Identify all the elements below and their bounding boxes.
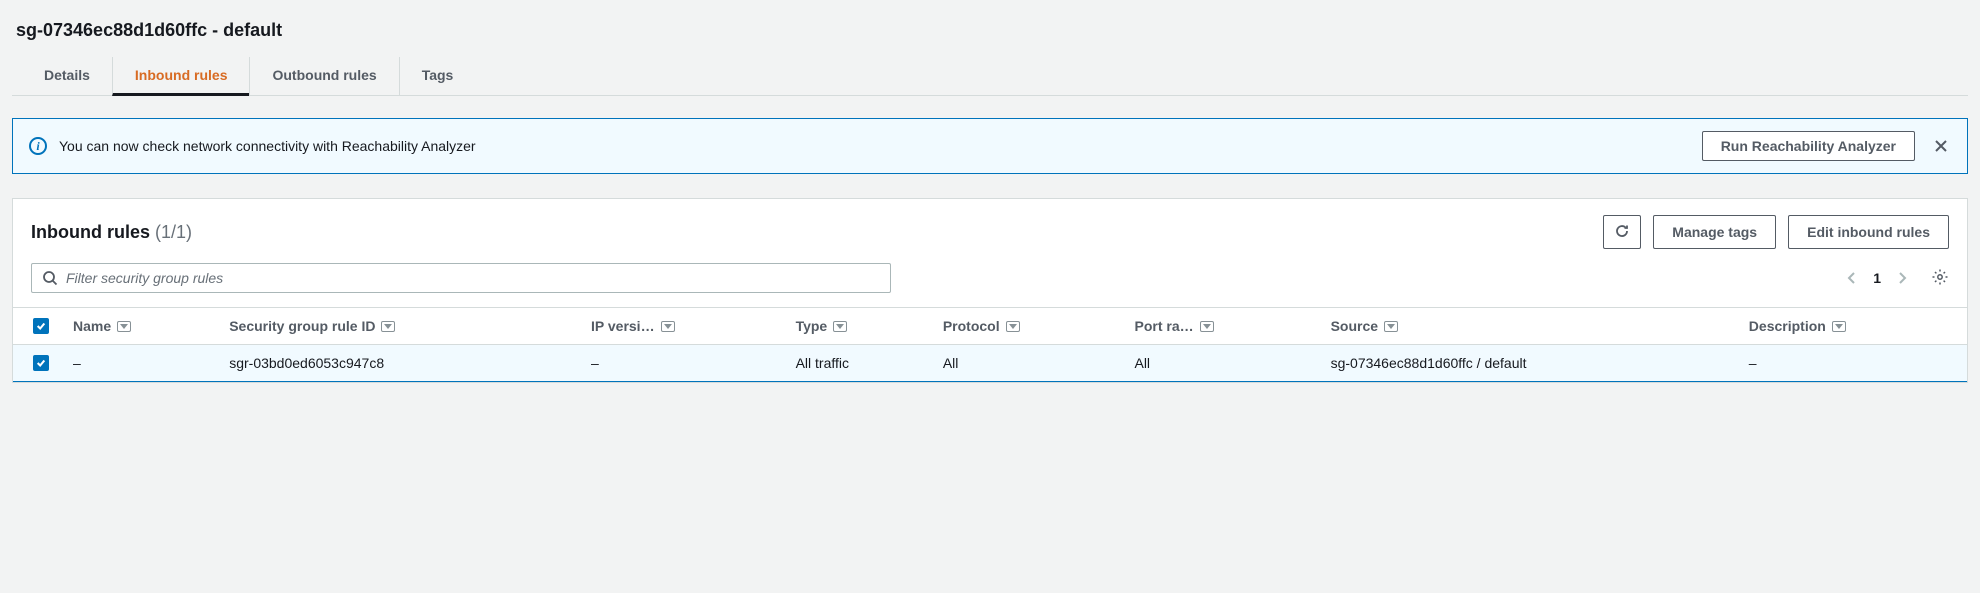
tab-tags[interactable]: Tags	[399, 57, 476, 95]
col-protocol-label: Protocol	[943, 318, 1000, 334]
panel-title-text: Inbound rules	[31, 222, 150, 242]
table-row[interactable]: – sgr-03bd0ed6053c947c8 – All traffic Al…	[13, 345, 1967, 382]
tab-inbound-rules[interactable]: Inbound rules	[112, 57, 250, 96]
search-icon	[42, 270, 58, 286]
col-port-label: Port ra…	[1134, 318, 1193, 334]
cell-type: All traffic	[784, 345, 931, 382]
reachability-notice: i You can now check network connectivity…	[12, 118, 1968, 174]
tabs-bar: Details Inbound rules Outbound rules Tag…	[12, 57, 1968, 96]
cell-port: All	[1122, 345, 1318, 382]
panel-title: Inbound rules (1/1)	[31, 222, 192, 243]
refresh-button[interactable]	[1603, 215, 1641, 249]
page-number: 1	[1873, 270, 1881, 286]
cell-ipver: –	[579, 345, 784, 382]
cell-protocol: All	[931, 345, 1123, 382]
prev-page-button[interactable]	[1847, 270, 1857, 286]
col-type-label: Type	[796, 318, 828, 334]
refresh-icon	[1614, 223, 1630, 242]
cell-source: sg-07346ec88d1d60ffc / default	[1319, 345, 1737, 382]
edit-inbound-rules-button[interactable]: Edit inbound rules	[1788, 215, 1949, 249]
row-checkbox[interactable]	[33, 355, 49, 371]
col-source-label: Source	[1331, 318, 1378, 334]
chevron-down-icon	[381, 321, 395, 332]
chevron-down-icon	[661, 321, 675, 332]
chevron-down-icon	[1006, 321, 1020, 332]
chevron-down-icon	[1200, 321, 1214, 332]
rules-table: Name Security group rule ID IP versi… Ty…	[13, 307, 1967, 382]
chevron-down-icon	[117, 321, 131, 332]
chevron-down-icon	[833, 321, 847, 332]
gear-icon	[1931, 268, 1949, 289]
col-name-label: Name	[73, 318, 111, 334]
col-source[interactable]: Source	[1319, 308, 1737, 345]
tab-details[interactable]: Details	[22, 57, 112, 95]
page-title: sg-07346ec88d1d60ffc - default	[12, 12, 1968, 57]
select-all-checkbox[interactable]	[33, 318, 49, 334]
col-desc-label: Description	[1749, 318, 1826, 334]
col-desc[interactable]: Description	[1737, 308, 1967, 345]
col-sgrid-label: Security group rule ID	[229, 318, 375, 334]
filter-box[interactable]	[31, 263, 891, 293]
col-protocol[interactable]: Protocol	[931, 308, 1123, 345]
filter-input[interactable]	[66, 270, 880, 286]
next-page-button[interactable]	[1897, 270, 1907, 286]
manage-tags-button[interactable]: Manage tags	[1653, 215, 1776, 249]
chevron-down-icon	[1832, 321, 1846, 332]
close-icon[interactable]	[1931, 136, 1951, 156]
col-type[interactable]: Type	[784, 308, 931, 345]
run-reachability-button[interactable]: Run Reachability Analyzer	[1702, 131, 1915, 161]
info-icon: i	[29, 137, 47, 155]
chevron-down-icon	[1384, 321, 1398, 332]
cell-name: –	[61, 345, 217, 382]
pager: 1	[1847, 268, 1949, 289]
col-port[interactable]: Port ra…	[1122, 308, 1318, 345]
col-name[interactable]: Name	[61, 308, 217, 345]
col-ipver[interactable]: IP versi…	[579, 308, 784, 345]
col-ipver-label: IP versi…	[591, 318, 655, 334]
panel-title-count: (1/1)	[155, 222, 192, 242]
col-sgrid[interactable]: Security group rule ID	[217, 308, 579, 345]
cell-desc: –	[1737, 345, 1967, 382]
tab-outbound-rules[interactable]: Outbound rules	[249, 57, 398, 95]
cell-sgrid: sgr-03bd0ed6053c947c8	[217, 345, 579, 382]
settings-button[interactable]	[1931, 268, 1949, 289]
notice-text: You can now check network connectivity w…	[59, 138, 476, 154]
inbound-rules-panel: Inbound rules (1/1) Manage tags Edit inb…	[12, 198, 1968, 383]
